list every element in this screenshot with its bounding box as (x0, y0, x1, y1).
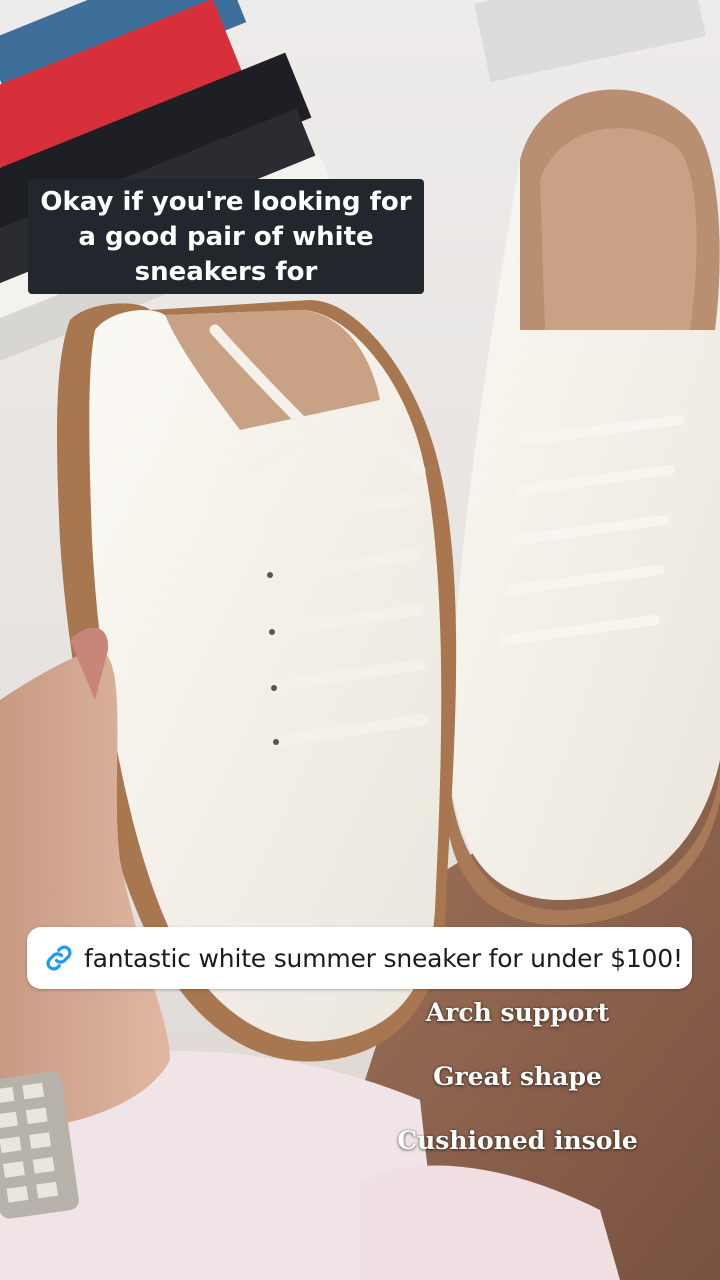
feature-text-great-shape: Great shape (433, 1062, 602, 1091)
caption-line-3: sneakers for (134, 257, 318, 287)
caption-line-1: Okay if you're looking for (40, 187, 412, 217)
link-icon (43, 942, 75, 974)
video-caption: Okay if you're looking for a good pair o… (28, 179, 424, 294)
caption-line-2: a good pair of white (78, 222, 374, 252)
story-frame: Okay if you're looking for a good pair o… (0, 0, 720, 1280)
feature-text-arch-support: Arch support (425, 998, 610, 1027)
link-sticker-text: fantastic white summer sneaker for under… (84, 943, 683, 973)
feature-text-cushioned-insole: Cushioned insole (397, 1126, 638, 1155)
link-sticker[interactable]: fantastic white summer sneaker for under… (27, 927, 692, 989)
